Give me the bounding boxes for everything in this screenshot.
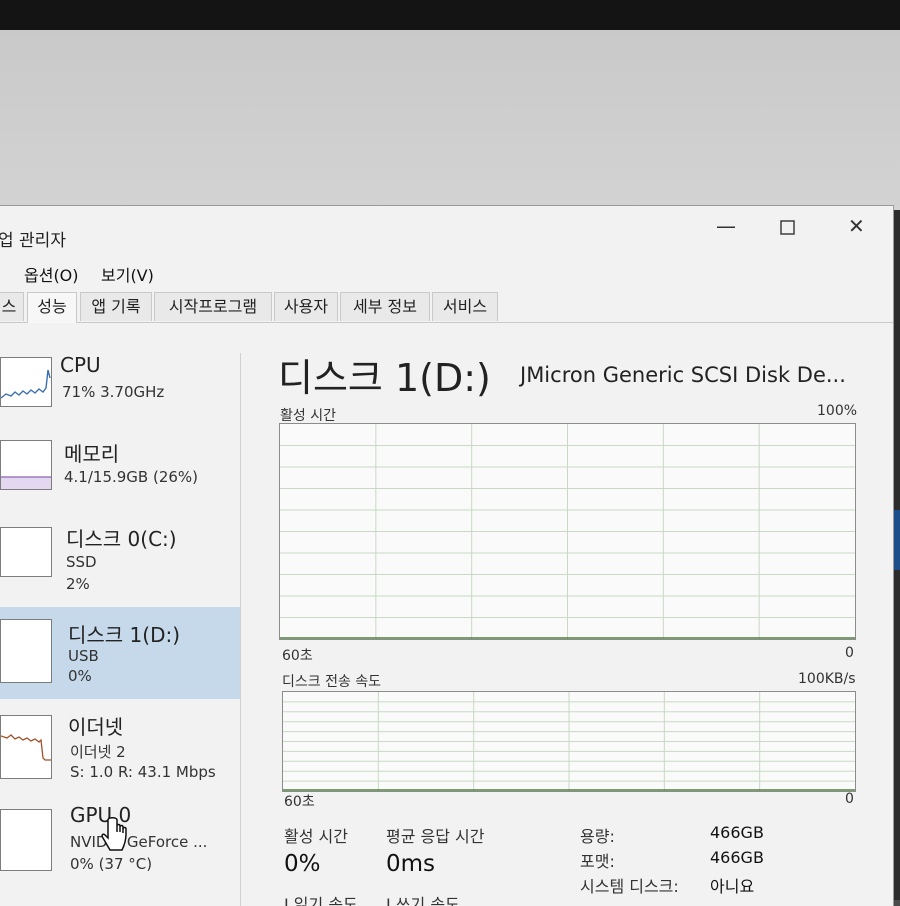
sidebar-item-usage: 2%	[66, 575, 90, 593]
active-time-stat-label: 활성 시간	[284, 823, 348, 847]
tab-details[interactable]: 세부 정보	[340, 292, 430, 321]
format-value: 466GB	[710, 848, 764, 867]
cpu-thumbnail-graph	[0, 357, 52, 407]
graph1-grid	[280, 424, 855, 639]
tab-performance[interactable]: 성능	[27, 292, 77, 323]
task-manager-window: 업 관리자 — ✕ ) 옵션(O) 보기(V) 스 성능 앱 기록 시작프로그램…	[0, 205, 894, 906]
graph-transfer-min: 0	[845, 791, 854, 807]
response-time-stat-value: 0ms	[386, 851, 435, 877]
window-title: 업 관리자	[0, 226, 66, 251]
menu-view[interactable]: 보기(V)	[101, 262, 154, 286]
sidebar-item-disk-0[interactable]: 디스크 0(C:) SSD 2%	[0, 521, 240, 609]
active-time-graph	[279, 423, 856, 640]
menu-options[interactable]: 옵션(O)	[24, 262, 79, 286]
graph-active-time-max: 100%	[817, 403, 857, 419]
graph-transfer-max: 100KB/s	[798, 671, 856, 687]
disk-detail-panel: 디스크 1(D:) JMicron Generic SCSI Disk De..…	[270, 323, 890, 906]
monitor-bezel	[0, 0, 900, 30]
sidebar-item-name: 메모리	[64, 438, 119, 467]
transfer-rate-graph	[282, 691, 856, 792]
graph-active-time-label: 활성 시간	[280, 405, 336, 425]
title-bar[interactable]: 업 관리자 — ✕	[0, 206, 893, 246]
write-speed-label: I 쓰기 속도	[386, 891, 460, 906]
minimize-button[interactable]: —	[716, 214, 736, 238]
desktop-background	[0, 30, 900, 210]
graph-active-time-min: 0	[845, 645, 854, 661]
sidebar-item-speed: S: 1.0 R: 43.1 Mbps	[70, 763, 216, 781]
sidebar-item-memory[interactable]: 메모리 4.1/15.9GB (26%)	[0, 436, 240, 524]
sidebar-item-name: CPU	[60, 353, 101, 377]
sidebar-item-ethernet[interactable]: 이더넷 이더넷 2 S: 1.0 R: 43.1 Mbps	[0, 709, 240, 797]
graph-active-time-span: 60초	[282, 645, 313, 665]
response-time-stat-label: 평균 응답 시간	[386, 823, 485, 847]
capacity-label: 용량:	[580, 823, 615, 847]
sidebar-item-detail: NVIDIA GeForce ...	[70, 833, 207, 851]
memory-thumbnail-graph	[0, 440, 52, 490]
sidebar-item-disk-1[interactable]: 디스크 1(D:) USB 0%	[0, 607, 240, 699]
tab-services[interactable]: 서비스	[432, 292, 498, 321]
sidebar-item-detail: 이더넷 2	[70, 741, 126, 762]
sidebar-item-name: 디스크 1(D:)	[68, 619, 180, 648]
tab-processes[interactable]: 스	[0, 292, 24, 321]
sidebar-item-detail: SSD	[66, 553, 97, 571]
graph2-grid	[283, 692, 855, 791]
system-disk-value: 아니요	[710, 873, 754, 897]
graph-transfer-span: 60초	[284, 791, 315, 811]
active-time-stat-value: 0%	[284, 851, 321, 877]
disk-0-thumbnail-graph	[0, 527, 52, 577]
menu-bar: ) 옵션(O) 보기(V)	[0, 258, 893, 284]
graph-transfer-label: 디스크 전송 속도	[282, 671, 381, 691]
disk-1-thumbnail-graph	[0, 619, 52, 683]
gpu-thumbnail-graph	[0, 809, 52, 871]
format-label: 포맷:	[580, 848, 615, 872]
sidebar-item-detail: 71% 3.70GHz	[62, 383, 164, 401]
sidebar-item-cpu[interactable]: CPU 71% 3.70GHz	[0, 351, 240, 439]
maximize-button[interactable]	[780, 217, 796, 241]
tab-app-history[interactable]: 앱 기록	[80, 292, 152, 321]
ethernet-thumbnail-graph	[0, 715, 52, 779]
read-speed-label: I 읽기 속도	[284, 891, 358, 906]
sidebar-item-usage: 0% (37 °C)	[70, 855, 152, 873]
page-title: 디스크 1(D:)	[278, 347, 491, 402]
sidebar-divider	[240, 353, 241, 906]
sidebar-item-name: 디스크 0(C:)	[66, 523, 177, 552]
tab-startup[interactable]: 시작프로그램	[154, 292, 272, 321]
hand-cursor-icon	[100, 816, 128, 856]
system-disk-label: 시스템 디스크:	[580, 873, 679, 897]
tab-users[interactable]: 사용자	[274, 292, 338, 321]
sidebar-item-detail: USB	[68, 647, 99, 665]
sidebar-item-detail: 4.1/15.9GB (26%)	[64, 468, 198, 486]
capacity-value: 466GB	[710, 823, 764, 842]
disk-model-name: JMicron Generic SCSI Disk De...	[520, 363, 846, 387]
sidebar-item-name: 이더넷	[68, 711, 123, 740]
sidebar-item-usage: 0%	[68, 667, 92, 685]
tab-bar: 스 성능 앱 기록 시작프로그램 사용자 세부 정보 서비스	[0, 292, 893, 323]
close-button[interactable]: ✕	[848, 214, 865, 238]
